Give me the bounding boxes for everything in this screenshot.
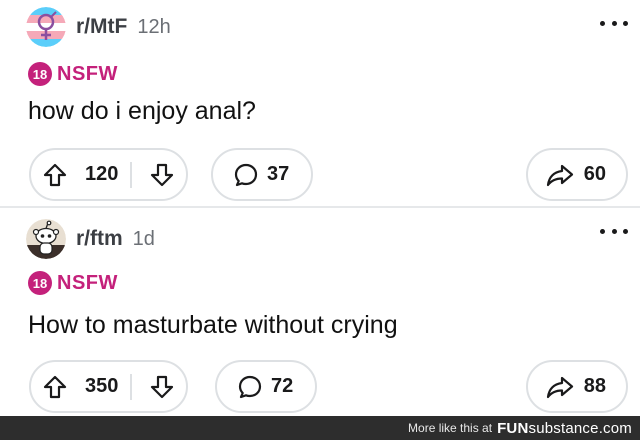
upvote-count: 350 [85, 375, 119, 397]
comments-button[interactable]: 37 [211, 148, 314, 201]
post-header: r/MtF 12h [26, 7, 171, 47]
nsfw-tag: 18 NSFW [28, 61, 118, 87]
downvote-button[interactable] [138, 362, 186, 411]
upvote-button[interactable] [31, 362, 79, 411]
nsfw-tag: 18 NSFW [28, 270, 118, 296]
post-title[interactable]: how do i enjoy anal? [28, 97, 256, 126]
subreddit-avatar[interactable] [26, 7, 66, 47]
upvote-arrow-icon [43, 375, 67, 398]
comment-count: 37 [267, 163, 290, 185]
watermark-footer: More like this at FUNsubstance.com [0, 416, 640, 440]
comment-bubble-icon [238, 375, 262, 398]
vote-control: 120 [29, 148, 189, 201]
comment-bubble-icon [234, 163, 258, 186]
subreddit-name[interactable]: r/ftm [76, 227, 123, 251]
nsfw-label: NSFW [57, 62, 118, 85]
brand-light: substance [528, 419, 599, 437]
comment-count: 72 [271, 375, 294, 397]
post-card[interactable]: r/MtF 12h 18 NSFW how do i enjoy anal? 1… [0, 0, 640, 207]
snoo-mascot-icon [26, 219, 66, 259]
share-arrow-icon [546, 376, 573, 398]
share-button[interactable]: 88 [525, 360, 628, 413]
trans-symbol-icon [26, 7, 66, 47]
share-button[interactable]: 60 [525, 148, 628, 201]
share-count: 60 [583, 163, 606, 185]
upvote-button[interactable] [31, 150, 79, 199]
brand-suffix: .com [598, 419, 632, 437]
share-count: 88 [583, 375, 606, 397]
downvote-arrow-icon [151, 163, 174, 186]
post-age: 12h [137, 15, 171, 38]
footer-prefix: More like this at [408, 421, 493, 435]
vote-control: 350 [29, 360, 189, 413]
post-title[interactable]: How to masturbate without crying [28, 311, 398, 340]
comments-button[interactable]: 72 [215, 360, 318, 413]
downvote-arrow-icon [151, 375, 174, 398]
footer-brand-link[interactable]: FUNsubstance.com [497, 420, 632, 437]
vote-separator [130, 161, 133, 188]
share-arrow-icon [546, 164, 573, 186]
overflow-menu-icon[interactable] [600, 224, 628, 238]
vote-separator [130, 373, 133, 400]
post-card[interactable]: r/ftm 1d 18 NSFW How to masturbate witho… [0, 208, 640, 416]
downvote-button[interactable] [138, 150, 186, 199]
nsfw-18-badge: 18 [28, 62, 52, 86]
nsfw-label: NSFW [57, 271, 118, 294]
subreddit-avatar[interactable] [26, 219, 66, 259]
nsfw-18-badge: 18 [28, 271, 52, 295]
upvote-arrow-icon [43, 163, 67, 186]
brand-bold: FUN [497, 419, 529, 437]
post-header: r/ftm 1d [26, 219, 155, 259]
upvote-count: 120 [85, 163, 119, 185]
subreddit-name[interactable]: r/MtF [76, 15, 127, 39]
post-age: 1d [132, 227, 155, 250]
overflow-menu-icon[interactable] [600, 16, 628, 30]
